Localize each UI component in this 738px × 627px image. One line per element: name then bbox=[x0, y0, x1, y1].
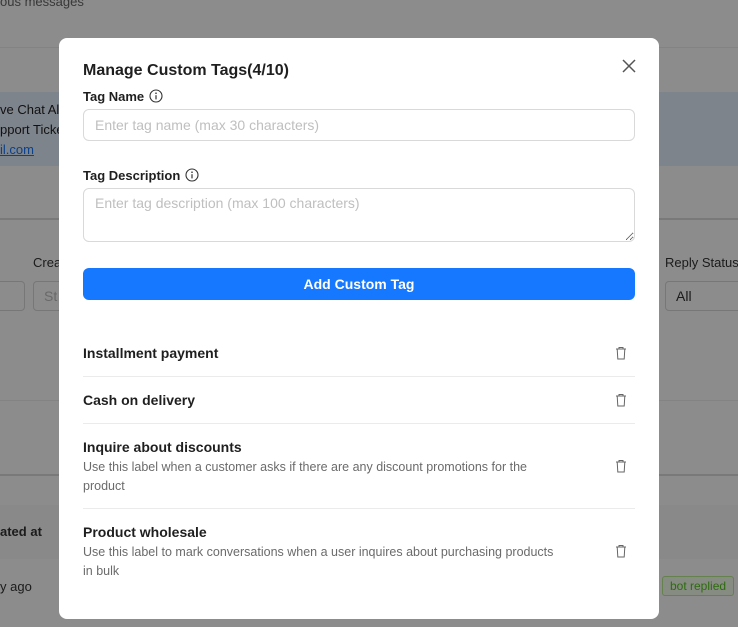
tag-description-textarea[interactable] bbox=[83, 188, 635, 242]
trash-icon[interactable] bbox=[615, 544, 627, 558]
tag-name: Product wholesale bbox=[83, 524, 207, 540]
tag-description: Use this label when a customer asks if t… bbox=[83, 460, 527, 493]
info-circle-icon[interactable] bbox=[185, 168, 199, 182]
tag-name-label: Tag Name bbox=[83, 88, 145, 104]
tag-desc-label-row: Tag Description bbox=[83, 166, 635, 184]
modal-title: Manage Custom Tags(4/10) bbox=[83, 62, 289, 79]
tag-list-item: Installment payment bbox=[83, 330, 635, 377]
tag-list-item: Cash on delivery bbox=[83, 377, 635, 424]
tag-name-label-row: Tag Name bbox=[83, 87, 635, 105]
tag-description: Use this label to mark conversations whe… bbox=[83, 545, 554, 578]
tag-list: Installment payment Cash on delivery Inq… bbox=[83, 330, 635, 593]
add-custom-tag-button[interactable]: Add Custom Tag bbox=[83, 268, 635, 300]
manage-tags-modal: Manage Custom Tags(4/10) Tag Name Tag De… bbox=[59, 38, 659, 619]
tag-name-field: Tag Name bbox=[83, 87, 635, 141]
trash-icon[interactable] bbox=[615, 393, 627, 407]
tag-description-field: Tag Description bbox=[83, 166, 635, 247]
tag-name: Cash on delivery bbox=[83, 392, 196, 408]
trash-icon[interactable] bbox=[615, 346, 627, 360]
info-circle-icon[interactable] bbox=[149, 89, 163, 103]
tag-name: Inquire about discounts bbox=[83, 439, 242, 455]
tag-description-label: Tag Description bbox=[83, 167, 181, 183]
tag-list-item: Inquire about discounts Use this label w… bbox=[83, 424, 635, 509]
close-icon bbox=[622, 59, 636, 73]
trash-icon[interactable] bbox=[615, 459, 627, 473]
close-button[interactable] bbox=[619, 56, 639, 76]
tag-name: Installment payment bbox=[83, 345, 219, 361]
tag-list-item: Product wholesale Use this label to mark… bbox=[83, 509, 635, 593]
tag-name-input[interactable] bbox=[83, 109, 635, 141]
